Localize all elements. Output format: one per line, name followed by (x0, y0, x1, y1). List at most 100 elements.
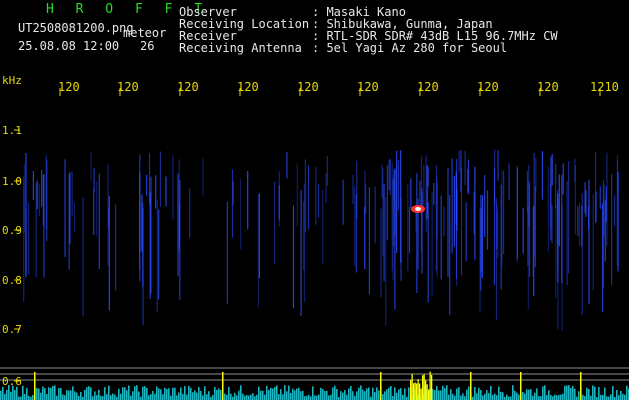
activity-spike (302, 390, 304, 400)
signal-streak (159, 151, 161, 207)
activity-spike (198, 387, 200, 400)
activity-spike (4, 394, 6, 400)
activity-spike (496, 395, 498, 400)
activity-spike (624, 394, 626, 400)
activity-spike (128, 385, 130, 400)
activity-spike (196, 392, 198, 400)
activity-spike (522, 392, 524, 400)
activity-spike (84, 390, 86, 400)
activity-spike (446, 385, 448, 400)
signal-streak (409, 179, 411, 207)
signal-streak (380, 208, 382, 298)
activity-spike (22, 385, 24, 400)
signal-streak (64, 159, 66, 258)
activity-spike (594, 386, 596, 400)
activity-spike (462, 393, 464, 400)
activity-spike (230, 393, 232, 400)
activity-spike (318, 394, 320, 400)
activity-spike (586, 387, 588, 400)
activity-spike (46, 393, 48, 400)
activity-spike (362, 389, 364, 400)
signal-streak (534, 187, 536, 268)
activity-spike (436, 385, 438, 400)
activity-burst (425, 380, 427, 400)
activity-spike (402, 394, 404, 400)
signal-streak (431, 192, 433, 297)
activity-spike (184, 386, 186, 400)
signal-streak (368, 187, 370, 295)
activity-spike (166, 389, 168, 400)
activity-spike (282, 394, 284, 400)
activity-peak (34, 372, 36, 400)
activity-burst (420, 388, 422, 400)
activity-spike (484, 393, 486, 400)
activity-spike (390, 386, 392, 400)
signal-streak (155, 175, 157, 209)
activity-burst (431, 374, 433, 400)
signal-streak (443, 206, 445, 237)
signal-streak (465, 202, 467, 262)
activity-spike (208, 391, 210, 400)
activity-spike (498, 386, 500, 400)
activity-spike (276, 385, 278, 400)
signal-streak (41, 169, 43, 207)
activity-spike (312, 386, 314, 400)
activity-spike (170, 395, 172, 400)
activity-spike (54, 385, 56, 400)
signal-streak (139, 154, 141, 282)
activity-spike (388, 387, 390, 400)
signal-streak (178, 159, 180, 254)
activity-spike (368, 387, 370, 400)
activity-spike (252, 393, 254, 400)
signal-streak (278, 185, 280, 220)
signal-streak (90, 152, 92, 182)
activity-spike (186, 394, 188, 400)
activity-spike (348, 388, 350, 400)
x-tick: 120 (297, 80, 319, 94)
signal-streak (28, 203, 30, 275)
signal-streak (423, 165, 425, 212)
signal-streak (416, 173, 418, 293)
activity-burst (413, 383, 415, 400)
activity-spike (512, 385, 514, 400)
activity-spike (190, 387, 192, 400)
activity-spike (582, 394, 584, 400)
activity-spike (508, 396, 510, 400)
activity-peak (580, 372, 582, 400)
activity-spike (256, 394, 258, 400)
activity-spike (298, 387, 300, 400)
activity-spike (382, 394, 384, 400)
activity-spike (124, 387, 126, 400)
activity-spike (18, 396, 20, 400)
activity-spike (444, 388, 446, 400)
activity-spike (608, 396, 610, 400)
activity-spike (228, 386, 230, 400)
activity-spike (552, 396, 554, 400)
activity-burst (416, 383, 418, 400)
activity-spike (438, 390, 440, 400)
activity-spike (178, 392, 180, 400)
activity-spike (578, 391, 580, 400)
activity-spike (244, 395, 246, 400)
activity-spike (490, 386, 492, 400)
activity-spike (466, 389, 468, 400)
activity-spike (242, 393, 244, 400)
activity-spike (202, 395, 204, 400)
activity-spike (360, 385, 362, 400)
signal-streak (385, 197, 387, 327)
signal-streak (391, 162, 393, 271)
activity-spike (88, 386, 90, 400)
signal-streak (247, 171, 249, 230)
activity-spike (48, 387, 50, 400)
activity-spike (324, 391, 326, 400)
activity-spike (542, 386, 544, 400)
activity-spike (44, 388, 46, 400)
y-tick: 0.9 (2, 224, 22, 237)
signal-streak (614, 195, 616, 226)
activity-spike (524, 393, 526, 400)
activity-spike (476, 393, 478, 400)
activity-spike (56, 395, 58, 400)
activity-spike (168, 388, 170, 400)
activity-spike (132, 391, 134, 400)
activity-spike (158, 388, 160, 400)
